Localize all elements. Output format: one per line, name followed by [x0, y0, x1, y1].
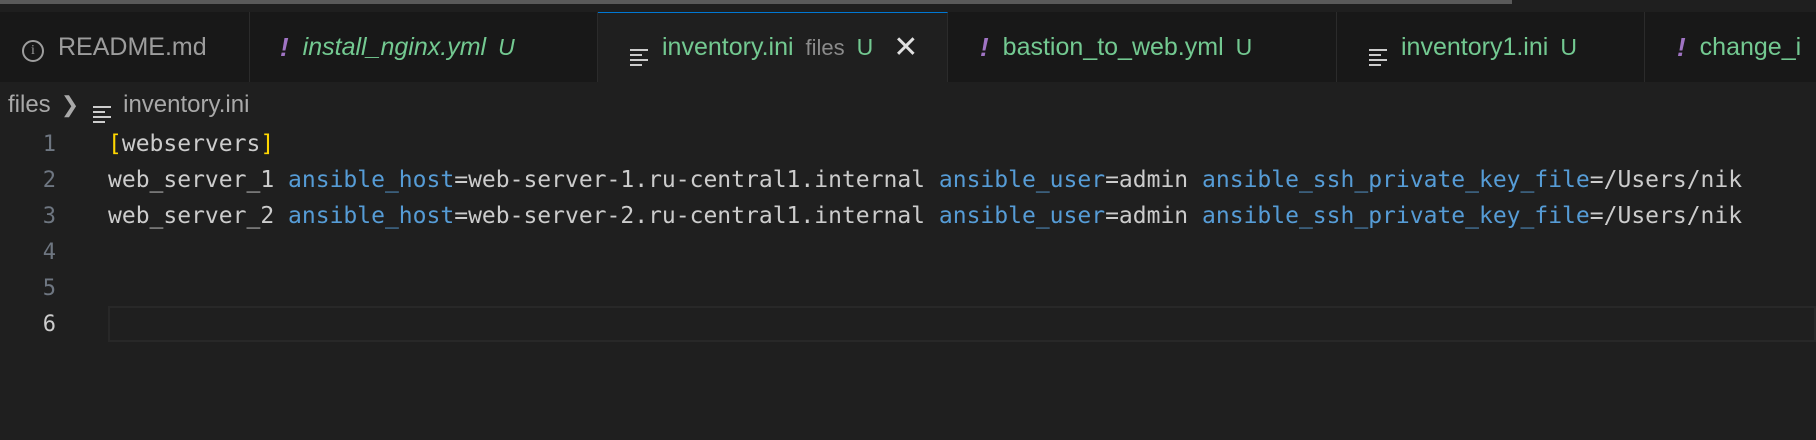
tab-inventory[interactable]: inventory.ini files U ✕ — [598, 12, 948, 82]
line-number: 3 — [42, 203, 56, 229]
tab-label: README.md — [58, 32, 207, 61]
code-line[interactable]: 5 — [0, 270, 1816, 306]
tab-description: files — [805, 34, 845, 60]
tab-bastion-to-web[interactable]: ! bastion_to_web.yml U — [948, 12, 1337, 82]
line-number: 6 — [42, 311, 56, 337]
code-text: [webservers] — [108, 131, 275, 157]
breadcrumb-folder[interactable]: files — [8, 91, 51, 119]
close-icon[interactable]: ✕ — [893, 32, 918, 63]
tab-label: install_nginx.yml — [302, 32, 487, 61]
exclamation-icon: ! — [1677, 31, 1686, 62]
code-line[interactable]: 3 web_server_2 ansible_host=web-server-2… — [0, 198, 1816, 234]
tab-bar: i README.md ! install_nginx.yml U invent… — [0, 12, 1816, 82]
tab-install-nginx[interactable]: ! install_nginx.yml U — [250, 12, 598, 82]
untracked-badge: U — [1560, 33, 1577, 60]
untracked-badge: U — [856, 34, 874, 60]
info-icon: i — [22, 32, 44, 62]
tab-scrollbar[interactable] — [0, 0, 1816, 12]
exclamation-icon: ! — [980, 31, 989, 62]
current-code-line[interactable]: 6 — [0, 306, 1816, 342]
tab-change[interactable]: ! change_i — [1645, 12, 1816, 82]
tab-inventory1[interactable]: inventory1.ini U — [1337, 12, 1645, 82]
current-line-highlight — [108, 306, 1816, 342]
line-number: 5 — [42, 275, 56, 301]
tab-label: inventory.ini — [662, 33, 794, 61]
tab-scrollbar-thumb[interactable] — [0, 0, 1512, 4]
line-number: 2 — [42, 167, 56, 193]
tab-label: inventory1.ini — [1401, 32, 1549, 61]
code-text: web_server_2 ansible_host=web-server-2.r… — [108, 203, 1743, 229]
code-line[interactable]: 2 web_server_1 ansible_host=web-server-1… — [0, 162, 1816, 198]
code-line[interactable]: 1 [webservers] — [0, 126, 1816, 162]
exclamation-icon: ! — [280, 31, 289, 62]
lines-icon — [1369, 29, 1387, 66]
code-line[interactable]: 4 — [0, 234, 1816, 270]
line-number: 1 — [42, 131, 56, 157]
code-editor[interactable]: 1 [webservers] 2 web_server_1 ansible_ho… — [0, 126, 1816, 440]
code-text: web_server_1 ansible_host=web-server-1.r… — [108, 167, 1743, 193]
tab-readme[interactable]: i README.md — [0, 12, 250, 82]
lines-icon — [630, 29, 648, 66]
tab-label: bastion_to_web.yml — [1002, 32, 1224, 61]
line-number: 4 — [42, 239, 56, 265]
chevron-right-icon: ❯ — [60, 92, 80, 117]
untracked-badge: U — [1235, 33, 1253, 60]
lines-icon — [93, 87, 123, 123]
tab-label: change_i — [1699, 32, 1802, 61]
breadcrumb: files ❯ inventory.ini — [8, 87, 249, 123]
breadcrumb-file[interactable]: inventory.ini — [123, 91, 249, 119]
untracked-badge: U — [498, 33, 515, 60]
